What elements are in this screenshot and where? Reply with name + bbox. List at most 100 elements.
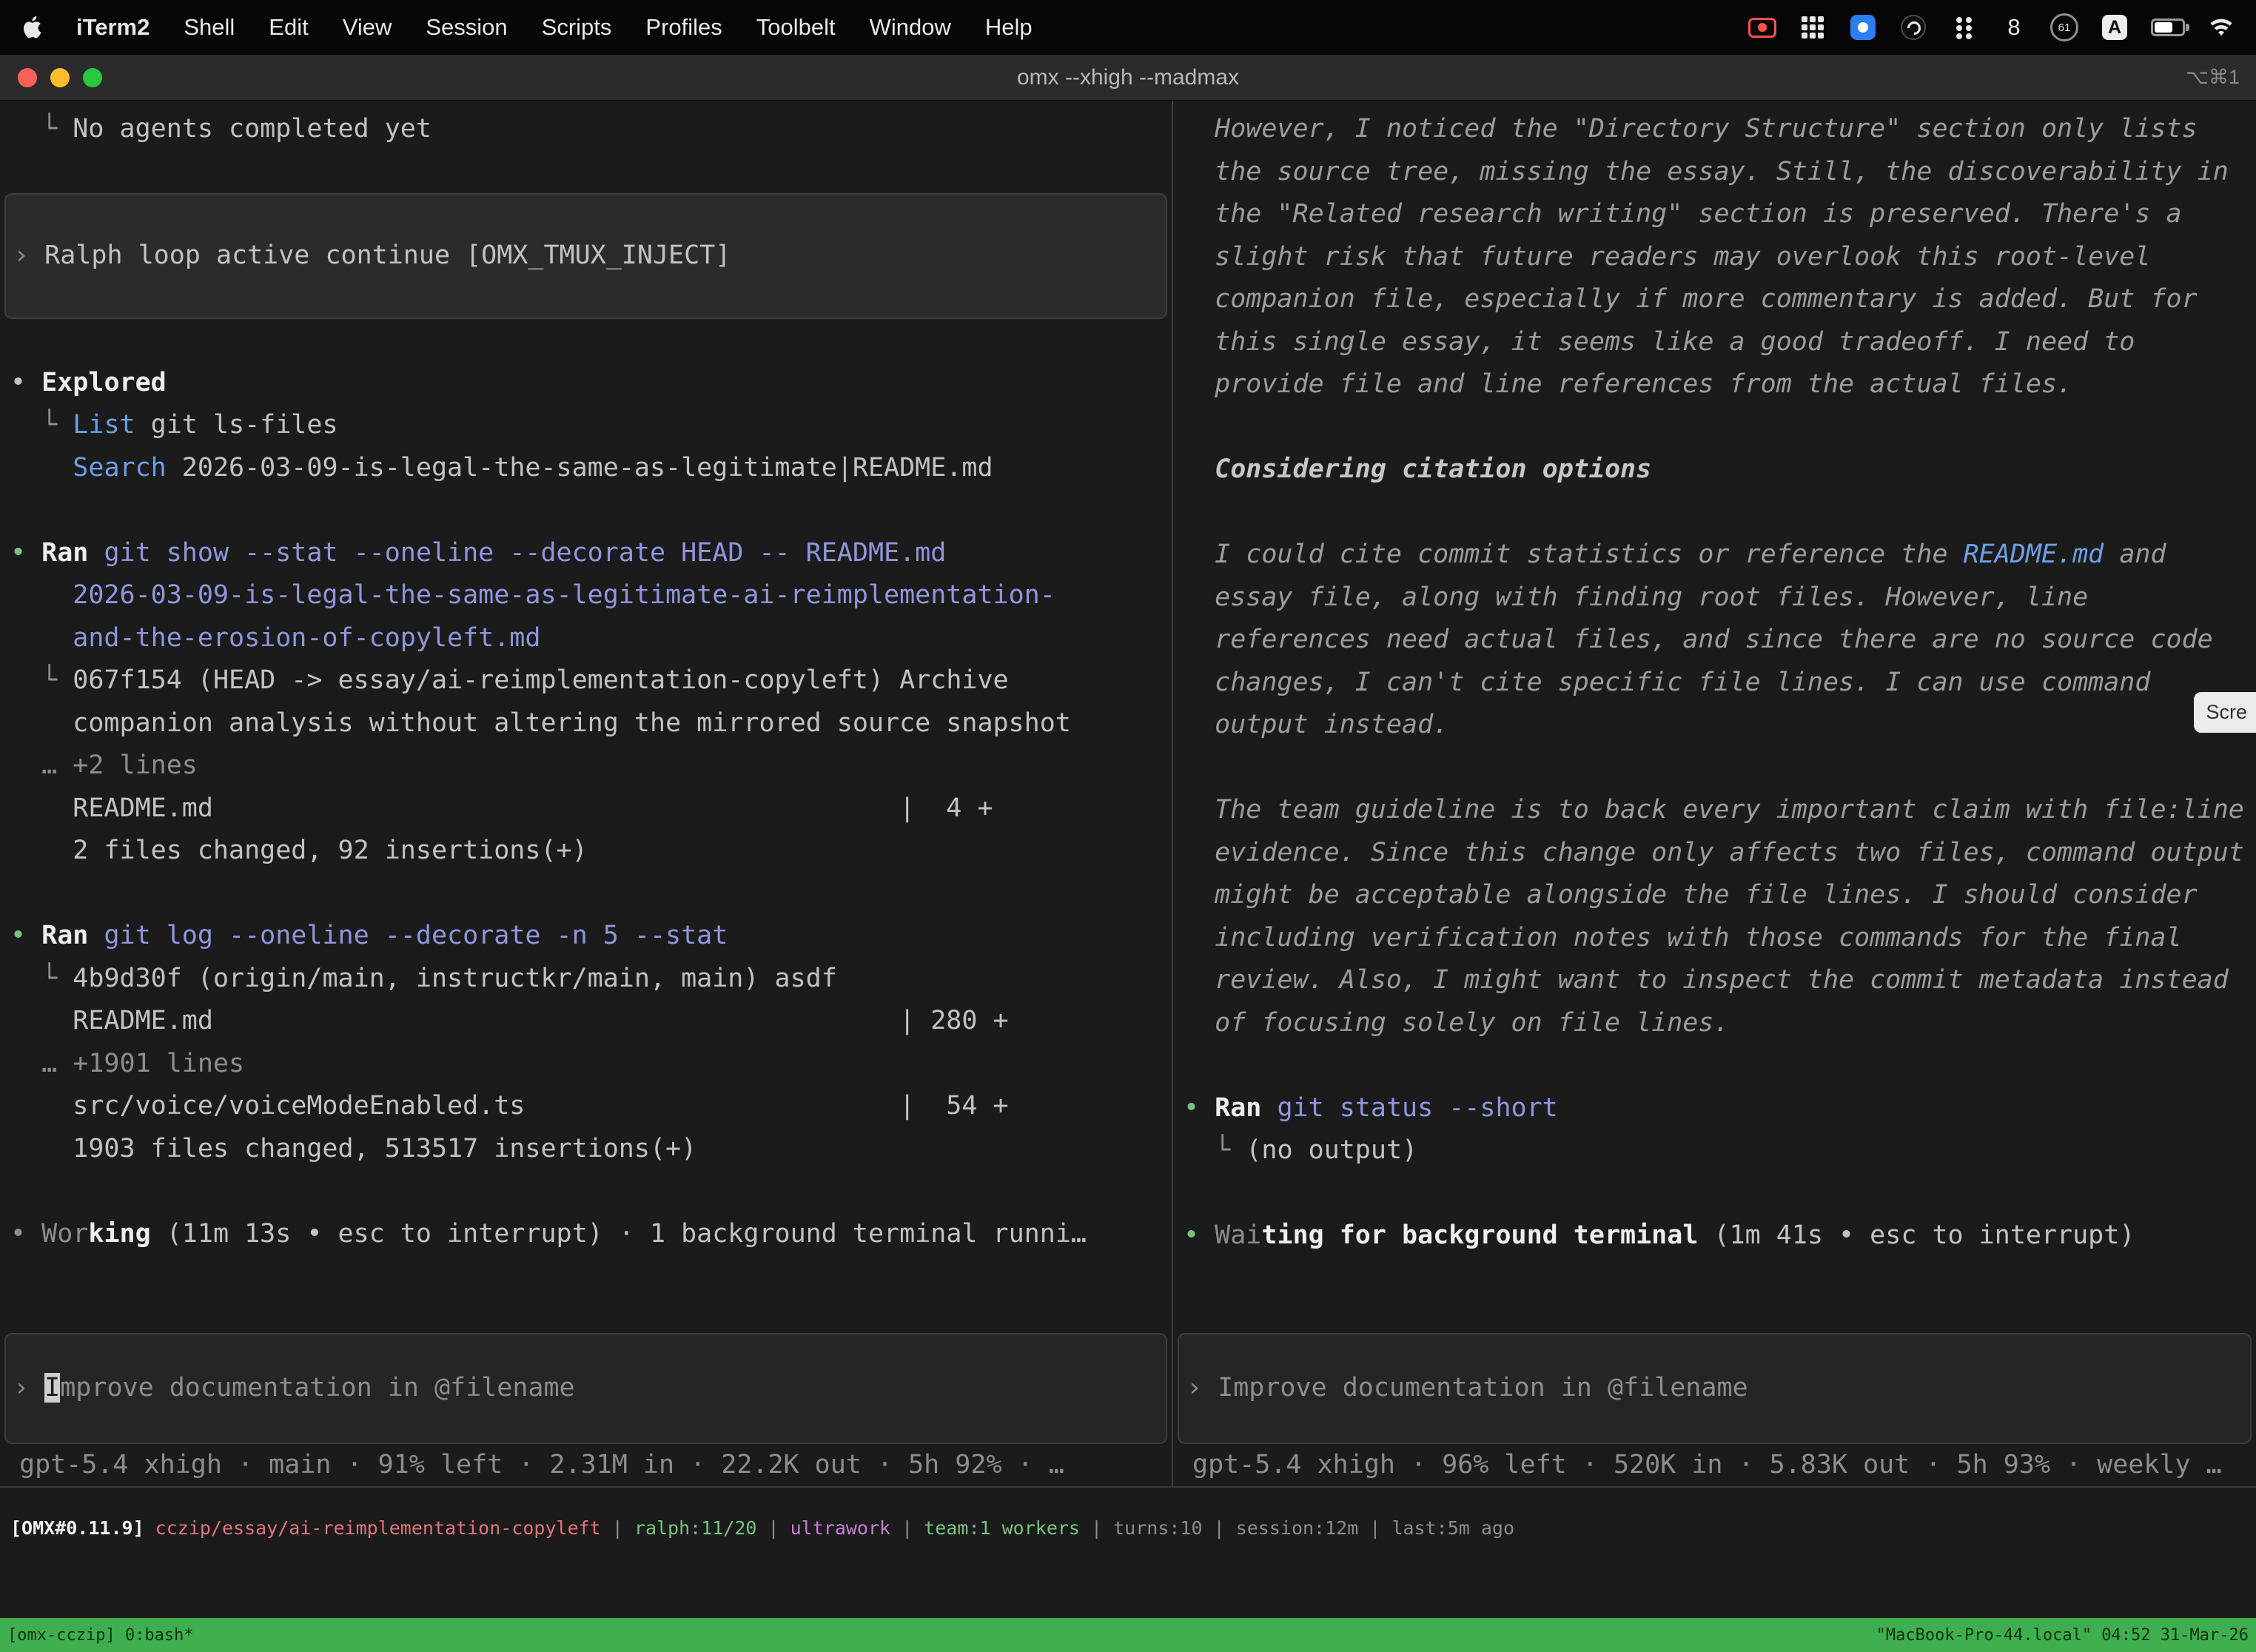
terminal-line: essay file, along with finding root file…	[1184, 577, 2256, 620]
window-shortcut-badge: ⌥⌘1	[2186, 66, 2240, 89]
terminal-line: and-the-erosion-of-copyleft.md	[10, 617, 1172, 660]
right-status-line: gpt-5.4 xhigh · 96% left · 520K in · 5.8…	[1173, 1444, 2256, 1487]
terminal-line: Considering citation options	[1184, 449, 2256, 491]
terminal-line: • Ran git log --oneline --decorate -n 5 …	[10, 915, 1172, 958]
menu-item-help[interactable]: Help	[968, 0, 1050, 55]
terminal-line	[1184, 747, 2256, 790]
zoom-button[interactable]	[83, 68, 102, 87]
dots-grid-icon[interactable]	[1950, 10, 1978, 45]
terminal-line: 2026-03-09-is-legal-the-same-as-legitima…	[10, 574, 1172, 617]
terminal-line: However, I noticed the "Directory Struct…	[1184, 108, 2256, 151]
window-title-bar[interactable]: omx --xhigh --madmax ⌥⌘1	[0, 55, 2256, 101]
menu-item-scripts[interactable]: Scripts	[525, 0, 629, 55]
terminal-line: slight risk that future readers may over…	[1184, 236, 2256, 279]
terminal-line	[10, 489, 1172, 532]
screen-recording-indicator[interactable]	[1748, 10, 1776, 45]
terminal-line	[10, 1170, 1172, 1213]
blue-app-icon[interactable]	[1849, 10, 1877, 45]
terminal-line: 1903 files changed, 513517 insertions(+)	[10, 1128, 1172, 1171]
terminal-line: README.md | 280 +	[10, 1000, 1172, 1043]
terminal-line: companion analysis without altering the …	[10, 702, 1172, 745]
traffic-lights	[18, 55, 102, 100]
terminal-line: this single essay, it seems like a good …	[1184, 321, 2256, 364]
terminal-line: src/voice/voiceModeEnabled.ts | 54 +	[10, 1085, 1172, 1128]
tmux-status-bar: [omx-cczip] 0:bash* "MacBook-Pro-44.loca…	[0, 1618, 2256, 1652]
menu-item-shell[interactable]: Shell	[167, 0, 252, 55]
terminal-line: provide file and line references from th…	[1184, 363, 2256, 406]
terminal-area: └ No agents completed yet › Ralph loop a…	[0, 101, 2256, 1486]
terminal-line: the "Related research writing" section i…	[1184, 193, 2256, 236]
minimize-button[interactable]	[50, 68, 70, 87]
terminal-line: I could cite commit statistics or refere…	[1184, 534, 2256, 577]
apple-logo-icon[interactable]	[0, 16, 59, 39]
terminal-line: • Ran git status --short	[1184, 1087, 2256, 1130]
terminal-line	[10, 873, 1172, 916]
terminal-line	[1184, 406, 2256, 449]
tmux-inject-line: › Ralph loop active continue [OMX_TMUX_I…	[13, 235, 1166, 278]
terminal-line: └ (no output)	[1184, 1129, 2256, 1172]
terminal-line: • Waiting for background terminal (1m 41…	[1184, 1215, 2256, 1258]
left-scrollback: • Explored └ List git ls-files Search 20…	[0, 362, 1172, 1256]
gauge-icon[interactable]: 61	[2050, 10, 2078, 45]
terminal-line: The team guideline is to back every impo…	[1184, 789, 2256, 832]
menu-item-edit[interactable]: Edit	[252, 0, 325, 55]
terminal-line: the source tree, missing the essay. Stil…	[1184, 151, 2256, 194]
terminal-line: of focusing solely on file lines.	[1184, 1002, 2256, 1045]
terminal-line	[1184, 491, 2256, 534]
terminal-line: changes, I can't cite specific file line…	[1184, 662, 2256, 705]
terminal-line: └ No agents completed yet	[10, 108, 1172, 151]
terminal-line: output instead.	[1184, 704, 2256, 747]
key-8-icon[interactable]: 8	[2000, 10, 2028, 45]
omx-status-line: [OMX#0.11.9] cczip/essay/ai-reimplementa…	[10, 1516, 2256, 1541]
screen: iTerm2ShellEditViewSessionScriptsProfile…	[0, 0, 2256, 1652]
tmux-host-clock: "MacBook-Pro-44.local" 04:52 31-Mar-26	[1876, 1626, 2249, 1645]
terminal-line: Search 2026-03-09-is-legal-the-same-as-l…	[10, 447, 1172, 490]
terminal-line: including verification notes with those …	[1184, 917, 2256, 960]
terminal-line: • Working (11m 13s • esc to interrupt) ·…	[10, 1213, 1172, 1256]
menu-items: iTerm2ShellEditViewSessionScriptsProfile…	[59, 0, 1050, 55]
terminal-line: references need actual files, and since …	[1184, 619, 2256, 662]
right-prompt-input[interactable]: › Improve documentation in @filename	[1178, 1333, 2252, 1444]
terminal-line: 2 files changed, 92 insertions(+)	[10, 830, 1172, 873]
right-scrollback: However, I noticed the "Directory Struct…	[1173, 108, 2256, 1258]
menu-item-profiles[interactable]: Profiles	[628, 0, 739, 55]
right-prompt-text: › Improve documentation in @filename	[1186, 1367, 2250, 1410]
right-pane: However, I noticed the "Directory Struct…	[1173, 101, 2256, 1486]
terminal-line: └ 067f154 (HEAD -> essay/ai-reimplementa…	[10, 659, 1172, 702]
battery-icon[interactable]	[2151, 10, 2185, 45]
terminal-line: … +2 lines	[10, 745, 1172, 788]
left-pane: └ No agents completed yet › Ralph loop a…	[0, 101, 1172, 1486]
close-button[interactable]	[18, 68, 37, 87]
menu-item-window[interactable]: Window	[853, 0, 968, 55]
menu-status-icons: 8 61 A	[1748, 10, 2256, 45]
terminal-line	[1184, 1044, 2256, 1087]
terminal-line: … +1901 lines	[10, 1043, 1172, 1086]
wifi-icon[interactable]	[2207, 10, 2235, 45]
menu-item-toolbelt[interactable]: Toolbelt	[739, 0, 853, 55]
input-source-icon[interactable]: A	[2101, 10, 2129, 45]
dark-app-icon[interactable]	[1899, 10, 1927, 45]
menu-item-session[interactable]: Session	[409, 0, 524, 55]
macos-menu-bar: iTerm2ShellEditViewSessionScriptsProfile…	[0, 0, 2256, 55]
left-scrollback-top: └ No agents completed yet	[0, 108, 1172, 193]
left-status-line: gpt-5.4 xhigh · main · 91% left · 2.31M …	[0, 1444, 1172, 1487]
terminal-line: └ 4b9d30f (origin/main, instructkr/main,…	[10, 958, 1172, 1001]
terminal-line: companion file, especially if more comme…	[1184, 278, 2256, 321]
tmux-inject-banner: › Ralph loop active continue [OMX_TMUX_I…	[4, 193, 1167, 319]
terminal-line: └ List git ls-files	[10, 404, 1172, 447]
terminal-line	[1184, 1172, 2256, 1215]
left-prompt-text: › Improve documentation in @filename	[13, 1367, 1166, 1410]
omx-status-bar: [OMX#0.11.9] cczip/essay/ai-reimplementa…	[0, 1486, 2256, 1618]
menu-item-iterm2[interactable]: iTerm2	[59, 0, 167, 55]
terminal-line: might be acceptable alongside the file l…	[1184, 874, 2256, 917]
terminal-line: review. Also, I might want to inspect th…	[1184, 959, 2256, 1002]
terminal-line	[10, 151, 1172, 194]
terminal-line: • Explored	[10, 362, 1172, 405]
terminal-line: README.md | 4 +	[10, 788, 1172, 830]
terminal-line: evidence. Since this change only affects…	[1184, 832, 2256, 875]
keypad-icon[interactable]	[1799, 10, 1827, 45]
window-title: omx --xhigh --madmax	[1017, 65, 1239, 90]
left-prompt-input[interactable]: › Improve documentation in @filename	[4, 1333, 1167, 1444]
screen-share-tab[interactable]: Scre	[2194, 692, 2256, 733]
menu-item-view[interactable]: View	[326, 0, 409, 55]
